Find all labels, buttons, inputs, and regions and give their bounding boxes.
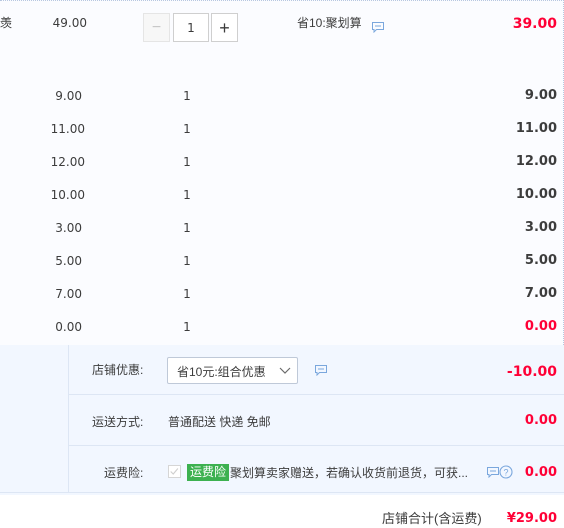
insurance-tag: 运费险 [187,464,230,481]
row-divider [68,445,564,446]
quantity-input[interactable]: 1 [173,13,209,42]
item-unit-price: 5.00 [55,254,82,268]
item-quantity: 1 [183,155,191,169]
item-quantity: 1 [183,188,191,202]
item-unit-price: 11.00 [50,122,85,136]
item-subtotal: 5.00 [524,253,557,268]
item-quantity: 1 [183,320,191,334]
item-unit-price: 49.00 [52,16,87,30]
plus-icon: + [219,17,230,38]
item-unit-price: 0.00 [55,320,82,334]
quantity-decrease-button[interactable]: − [143,13,170,42]
item-unit-price: 10.00 [50,188,85,202]
item-subtotal: 12.00 [515,154,557,169]
item-subtotal: 9.00 [524,88,557,103]
quantity-increase-button[interactable]: + [211,13,238,42]
item-quantity: 1 [183,122,191,136]
panel-bottom-divider [0,492,564,493]
shop-discount-selected: 省10元:组合优惠 [177,365,266,379]
shop-total-value: ¥29.00 [506,511,557,526]
minus-icon: − [151,18,162,36]
insurance-description: 聚划算卖家赠送，若确认收货前退货，可获... [230,466,469,480]
item-unit-price: 9.00 [55,89,82,103]
checkmark-icon [170,468,179,475]
shipping-insurance-label: 运费险: [104,466,144,480]
item-unit-price: 3.00 [55,221,82,235]
insurance-checkbox[interactable] [168,465,181,478]
item-subtotal: 11.00 [515,121,557,136]
shop-discount-select[interactable]: 省10元:组合优惠 [167,357,298,384]
item-quantity: 1 [183,254,191,268]
chat-bubble-icon[interactable] [486,466,500,478]
item-subtotal: 3.00 [524,220,557,235]
item-unit-price: 12.00 [50,155,85,169]
item-unit-price: 7.00 [55,287,82,301]
item-subtotal: 0.00 [524,319,557,334]
item-subtotal: 39.00 [512,16,557,32]
shipping-amount: 0.00 [524,413,557,428]
row-divider [68,394,564,395]
item-title-fragment: 羡 [0,16,13,30]
top-dotted-border [0,0,564,1]
shop-total-label: 店铺合计(含运费) [382,511,482,526]
chat-bubble-icon[interactable] [371,21,385,33]
item-subtotal: 10.00 [515,187,557,202]
item-subtotal: 7.00 [524,286,557,301]
shipping-method-value: 普通配送 快递 免邮 [168,415,271,429]
discount-promo-label: 省10:聚划算 [297,16,362,30]
help-circle-icon[interactable]: ? [499,465,513,479]
shop-discount-amount: -10.00 [506,364,557,380]
svg-text:?: ? [503,468,508,478]
item-quantity: 1 [183,89,191,103]
insurance-amount: 0.00 [524,465,557,480]
order-items-area [0,0,564,345]
chevron-down-icon [279,367,291,374]
shop-discount-label: 店铺优惠: [92,363,144,377]
item-quantity: 1 [183,287,191,301]
chat-bubble-icon[interactable] [314,364,328,376]
shipping-method-label: 运送方式: [92,415,144,429]
item-quantity: 1 [183,221,191,235]
